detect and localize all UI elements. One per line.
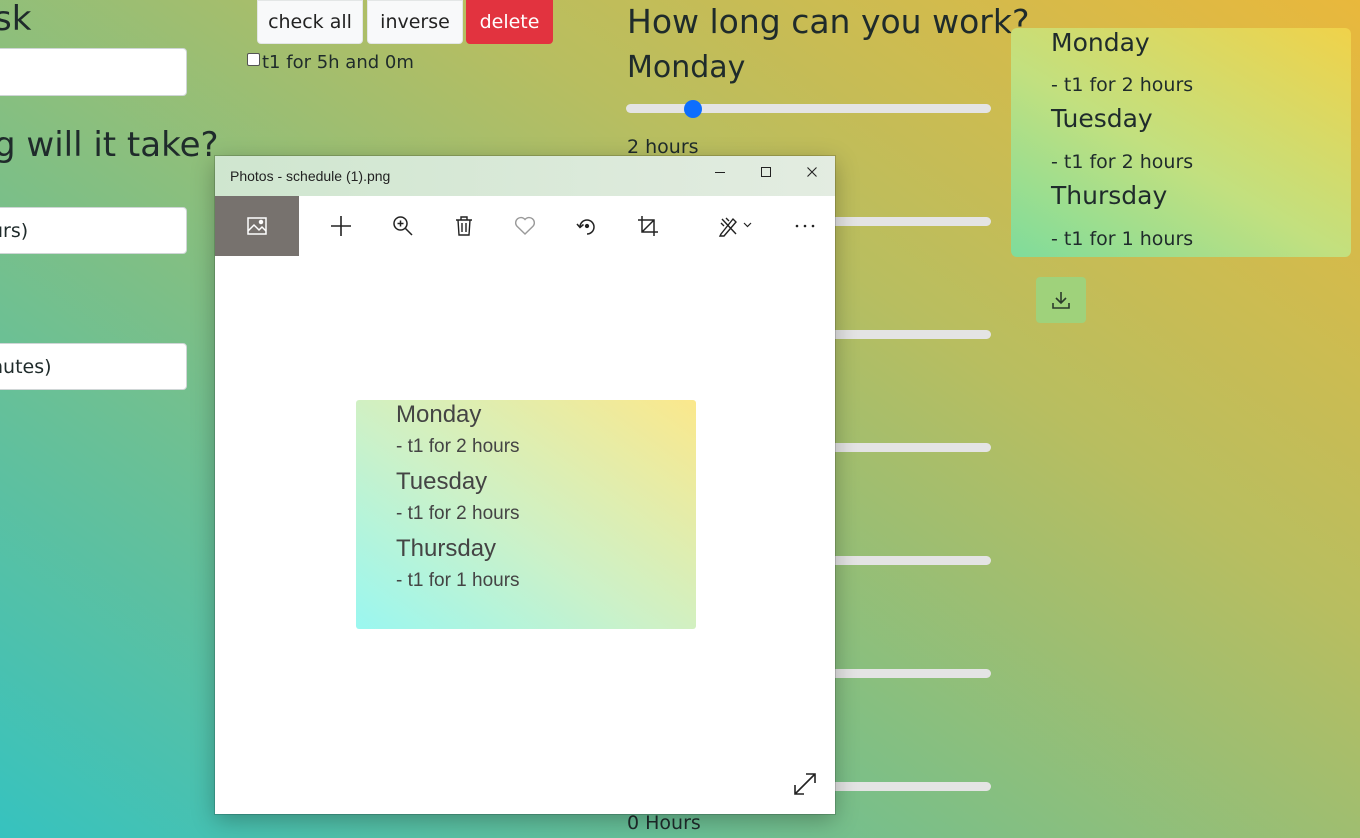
monday-hours-label: 2 hours bbox=[627, 136, 699, 158]
hours-input[interactable]: urs) bbox=[0, 207, 187, 254]
minimize-icon bbox=[715, 172, 725, 173]
preview-item: - t1 for 2 hours bbox=[396, 436, 520, 457]
schedule-item: - t1 for 2 hours bbox=[1051, 151, 1194, 173]
task-checkbox[interactable] bbox=[247, 53, 260, 66]
delete-button[interactable]: delete bbox=[466, 0, 553, 44]
photos-toolbar bbox=[215, 196, 835, 256]
download-icon bbox=[1052, 292, 1070, 309]
preview-day: Monday bbox=[396, 401, 482, 428]
inverse-button[interactable]: inverse bbox=[367, 0, 463, 44]
schedule-item: - t1 for 2 hours bbox=[1051, 74, 1194, 96]
download-button[interactable] bbox=[1036, 277, 1086, 323]
edit-icon bbox=[718, 217, 752, 237]
preview-day: Tuesday bbox=[396, 468, 488, 495]
edit-button[interactable] bbox=[710, 196, 760, 256]
heart-icon bbox=[514, 216, 536, 235]
rotate-button[interactable] bbox=[567, 196, 607, 256]
plus-icon bbox=[331, 216, 351, 236]
task-name-input[interactable] bbox=[0, 48, 187, 96]
zoom-in-icon bbox=[393, 216, 413, 236]
task-label: t1 for 5h and 0m bbox=[262, 52, 414, 73]
rotate-icon bbox=[576, 219, 595, 235]
favorite-button[interactable] bbox=[505, 196, 545, 256]
slider-thumb[interactable] bbox=[683, 100, 702, 118]
image-view-button[interactable] bbox=[215, 196, 299, 256]
fullscreen-button[interactable] bbox=[791, 770, 819, 798]
preview-item: - t1 for 1 hours bbox=[396, 570, 520, 591]
delete-photo-button[interactable] bbox=[444, 196, 484, 256]
minutes-input-text: nutes) bbox=[0, 356, 52, 378]
preview-image: Monday - t1 for 2 hours Tuesday - t1 for… bbox=[356, 400, 696, 629]
task-item: t1 for 5h and 0m bbox=[247, 52, 414, 73]
minutes-input[interactable]: nutes) bbox=[0, 343, 187, 390]
more-button[interactable] bbox=[785, 196, 825, 256]
schedule-day: Monday bbox=[1051, 28, 1150, 57]
image-icon bbox=[247, 217, 267, 235]
more-icon bbox=[795, 224, 815, 228]
expand-icon bbox=[794, 773, 816, 795]
monday-hours-slider[interactable] bbox=[626, 104, 991, 113]
check-all-button[interactable]: check all bbox=[257, 0, 363, 44]
maximize-button[interactable] bbox=[743, 156, 789, 188]
window-title: Photos - schedule (1).png bbox=[230, 168, 391, 184]
preview-item: - t1 for 2 hours bbox=[396, 503, 520, 524]
close-icon bbox=[807, 167, 817, 177]
photos-window: Photos - schedule (1).png Monday - t1 fo… bbox=[215, 156, 835, 814]
crop-icon bbox=[638, 216, 658, 236]
maximize-icon bbox=[761, 167, 771, 177]
photos-titlebar[interactable]: Photos - schedule (1).png bbox=[215, 156, 835, 196]
trash-icon bbox=[456, 216, 472, 236]
duration-heading: g will it take? bbox=[0, 125, 219, 165]
preview-day: Thursday bbox=[396, 535, 497, 562]
availability-heading: How long can you work? bbox=[627, 2, 1030, 41]
availability-day-label: Monday bbox=[627, 50, 746, 85]
schedule-day: Thursday bbox=[1051, 181, 1168, 210]
schedule-item: - t1 for 1 hours bbox=[1051, 228, 1194, 250]
hours-input-text: urs) bbox=[0, 220, 29, 242]
task-heading: sk bbox=[0, 0, 32, 39]
close-button[interactable] bbox=[789, 156, 835, 188]
schedule-card: Monday - t1 for 2 hours Tuesday - t1 for… bbox=[1011, 28, 1351, 257]
crop-button[interactable] bbox=[628, 196, 668, 256]
zoom-button[interactable] bbox=[383, 196, 423, 256]
minimize-button[interactable] bbox=[697, 156, 743, 188]
add-button[interactable] bbox=[321, 196, 361, 256]
schedule-day: Tuesday bbox=[1051, 104, 1153, 133]
last-hours-label: 0 Hours bbox=[627, 812, 701, 834]
